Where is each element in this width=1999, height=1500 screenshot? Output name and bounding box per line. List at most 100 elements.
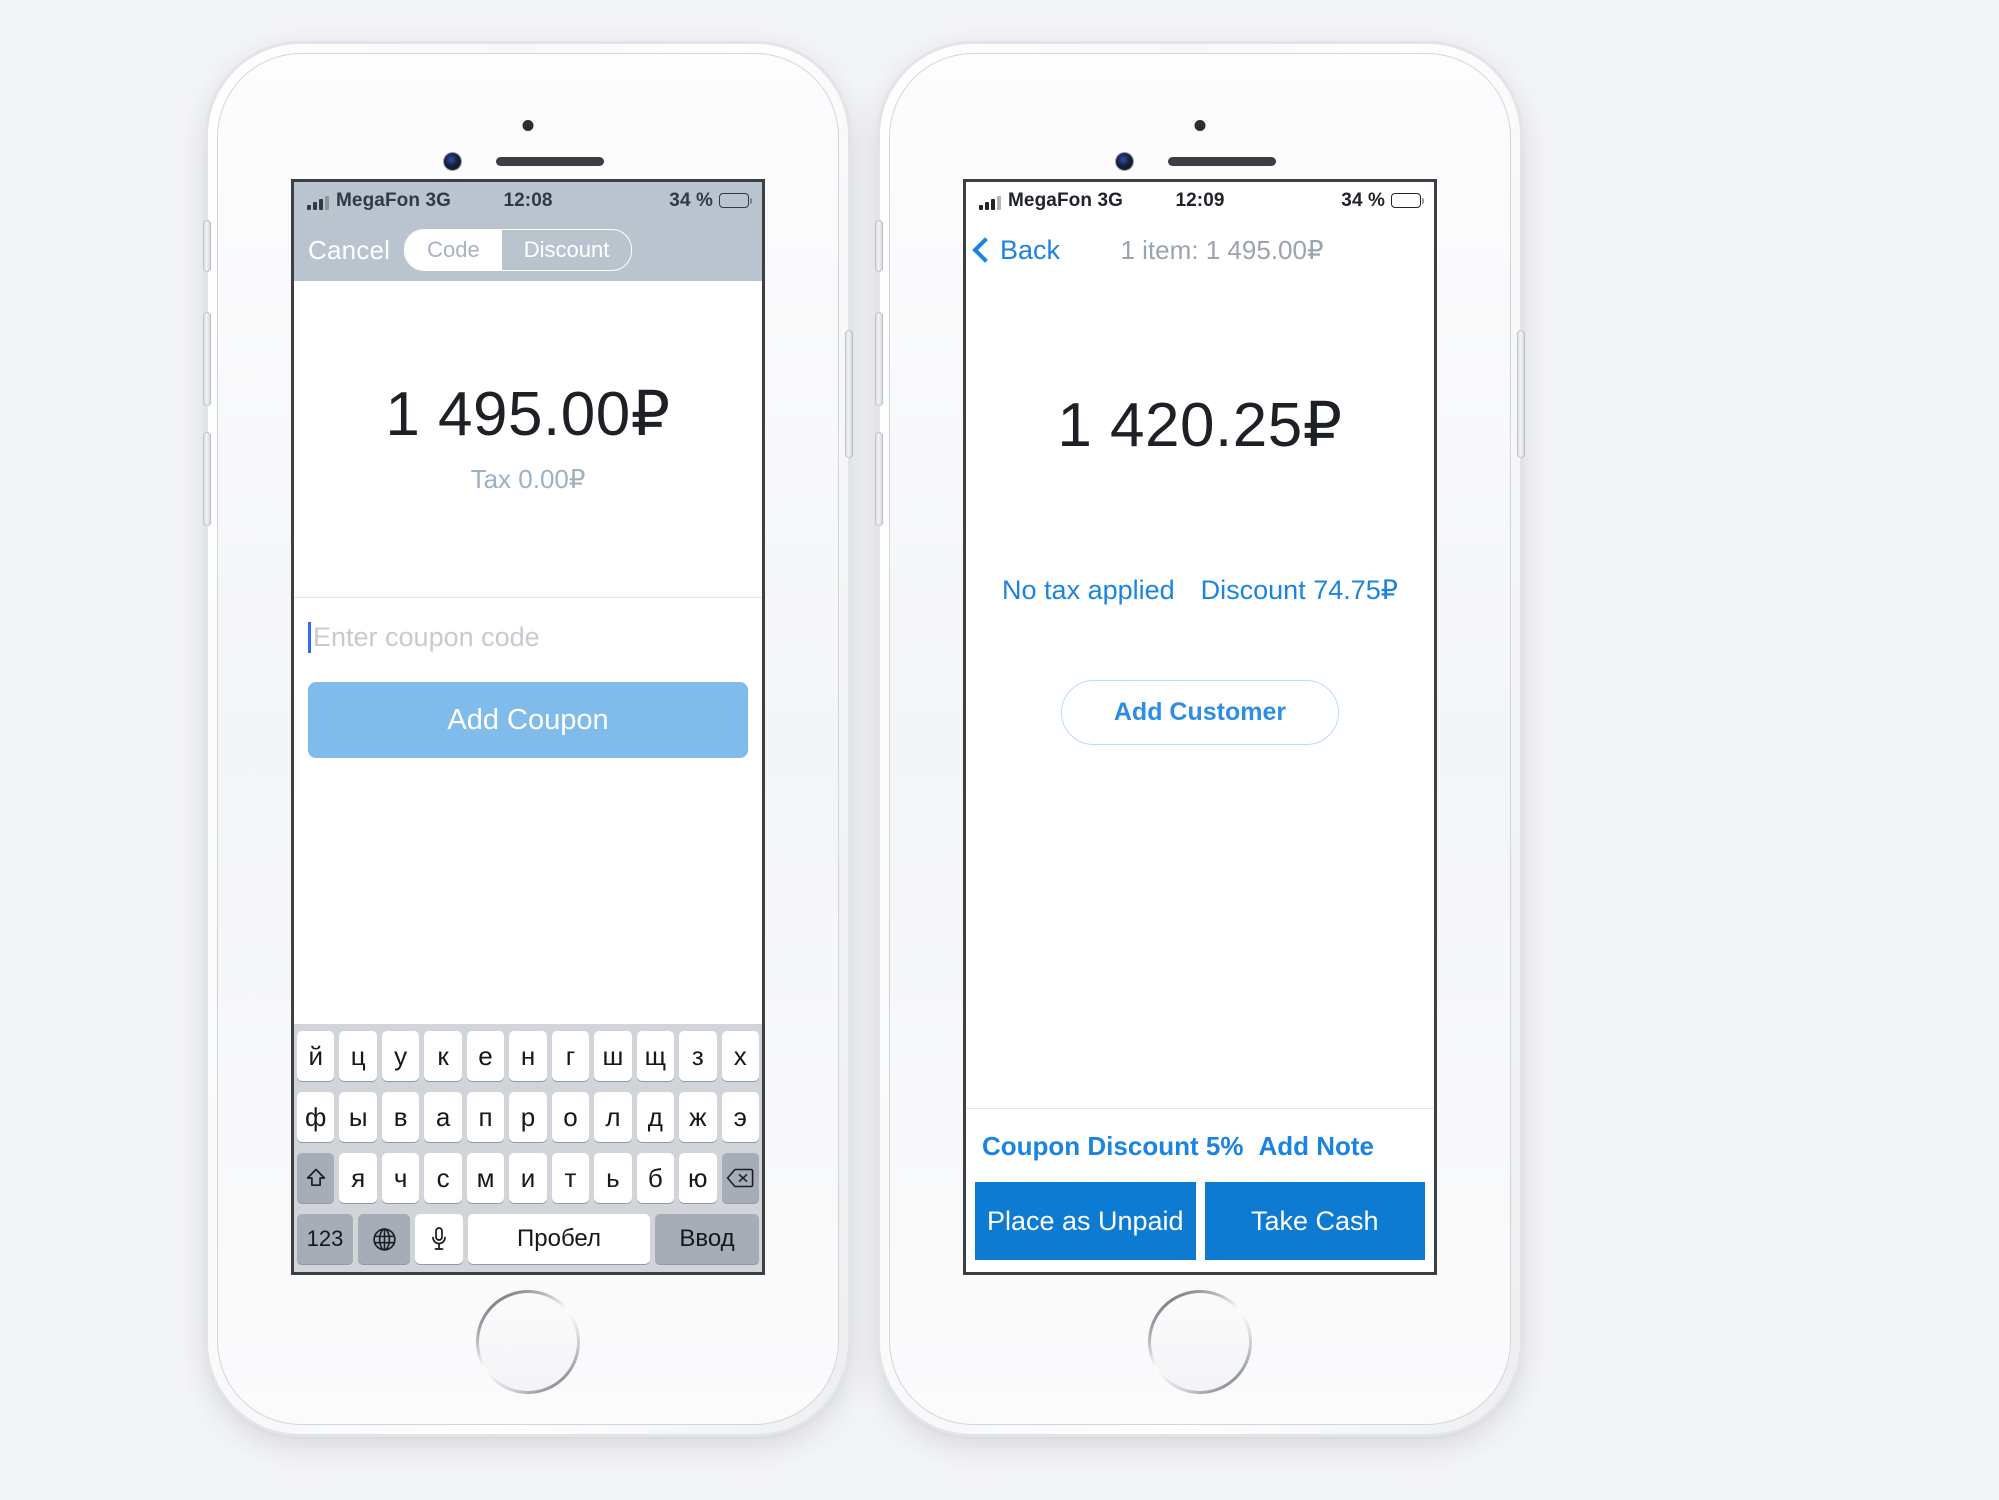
numbers-key[interactable]: 123: [297, 1214, 353, 1264]
bottom-actions-row: Place as Unpaid Take Cash: [966, 1162, 1434, 1272]
carrier-label: MegaFon 3G: [1008, 190, 1124, 211]
battery-icon: [1391, 193, 1421, 208]
volume-up-button[interactable]: [203, 312, 211, 406]
key-letter[interactable]: и: [509, 1153, 547, 1203]
keyboard-row-4: 123 Пробел Ввод: [297, 1214, 759, 1264]
key-letter[interactable]: м: [466, 1153, 505, 1203]
add-customer-button[interactable]: Add Customer: [1060, 680, 1340, 745]
proximity-sensor-icon: [1194, 120, 1206, 131]
space-key[interactable]: Пробел: [468, 1214, 650, 1264]
phone-right: MegaFon 3G 12:09 34 % Back 1 item: 1 495…: [875, 44, 1525, 1434]
place-as-unpaid-button[interactable]: Place as Unpaid: [975, 1182, 1196, 1260]
signal-strength-icon: [979, 196, 1001, 210]
key-letter[interactable]: т: [551, 1153, 590, 1203]
key-letter[interactable]: н: [509, 1031, 547, 1081]
russian-keyboard[interactable]: й ц у к е н г ш щ з х ф ы в а п р о л д …: [294, 1024, 762, 1272]
coupon-discount-link[interactable]: Coupon Discount 5%: [982, 1131, 1243, 1162]
back-button[interactable]: Back: [972, 234, 1061, 266]
key-letter[interactable]: й: [297, 1031, 335, 1081]
key-letter[interactable]: л: [594, 1092, 632, 1142]
navbar-right: Back 1 item: 1 495.00₽: [966, 219, 1434, 281]
silent-switch-button[interactable]: [875, 220, 883, 272]
battery-icon: [719, 193, 749, 208]
coupon-input-placeholder: Enter coupon code: [313, 621, 540, 652]
flex-spacer: [966, 745, 1434, 1108]
proximity-sensor-icon: [522, 120, 534, 131]
key-letter[interactable]: г: [551, 1031, 590, 1081]
key-letter[interactable]: ы: [339, 1092, 377, 1142]
key-letter[interactable]: щ: [636, 1031, 675, 1081]
key-letter[interactable]: ж: [679, 1092, 717, 1142]
key-letter[interactable]: к: [424, 1031, 462, 1081]
bottom-links-row: Coupon Discount 5% Add Note: [966, 1109, 1434, 1162]
microphone-icon[interactable]: [415, 1214, 463, 1264]
key-letter[interactable]: в: [381, 1092, 420, 1142]
key-letter[interactable]: ц: [339, 1031, 377, 1081]
key-letter[interactable]: ф: [297, 1092, 335, 1142]
status-bar-right: MegaFon 3G 12:09 34 %: [966, 182, 1434, 219]
right-screen: MegaFon 3G 12:09 34 % Back 1 item: 1 495…: [966, 182, 1434, 1272]
keyboard-row-1: й ц у к е н г ш щ з х: [297, 1031, 759, 1081]
total-amount-label: 1 495.00₽: [385, 379, 671, 449]
silent-switch-button[interactable]: [203, 220, 211, 272]
key-letter[interactable]: у: [381, 1031, 420, 1081]
add-note-link[interactable]: Add Note: [1258, 1131, 1374, 1162]
volume-down-button[interactable]: [203, 432, 211, 526]
back-button-label: Back: [1000, 234, 1061, 265]
shift-key-icon[interactable]: [297, 1153, 335, 1203]
key-letter[interactable]: б: [636, 1153, 675, 1203]
key-letter[interactable]: х: [721, 1031, 759, 1081]
earpiece-speaker-icon: [496, 157, 604, 166]
carrier-label: MegaFon 3G: [336, 190, 452, 211]
key-letter[interactable]: п: [466, 1092, 505, 1142]
front-camera-icon: [1116, 153, 1133, 170]
segmented-control-code-discount[interactable]: Code Discount: [404, 229, 633, 271]
backspace-key-icon[interactable]: [721, 1153, 759, 1203]
cancel-button[interactable]: Cancel: [308, 235, 390, 266]
globe-icon[interactable]: [358, 1214, 410, 1264]
coupon-code-input[interactable]: Enter coupon code: [294, 598, 762, 676]
keyboard-row-2: ф ы в а п р о л д ж э: [297, 1092, 759, 1142]
add-customer-container: Add Customer: [966, 680, 1434, 745]
total-amount-label: 1 420.25₽: [1057, 391, 1343, 460]
front-camera-icon: [444, 153, 461, 170]
status-left-group: MegaFon 3G: [979, 191, 1123, 210]
status-bar-left: MegaFon 3G 12:08 34 %: [294, 182, 762, 219]
status-right-group: 34 %: [669, 190, 749, 212]
key-letter[interactable]: ю: [679, 1153, 717, 1203]
key-letter[interactable]: э: [721, 1092, 759, 1142]
key-letter[interactable]: д: [636, 1092, 675, 1142]
discount-amount-link[interactable]: Discount 74.75₽: [1201, 575, 1398, 606]
key-letter[interactable]: е: [466, 1031, 505, 1081]
key-letter[interactable]: я: [339, 1153, 377, 1203]
segment-code[interactable]: Code: [405, 230, 502, 270]
volume-up-button[interactable]: [875, 312, 883, 406]
navbar-left: Cancel Code Discount: [294, 219, 762, 281]
key-letter[interactable]: ш: [594, 1031, 632, 1081]
home-button[interactable]: [1148, 1290, 1252, 1394]
key-letter[interactable]: а: [424, 1092, 462, 1142]
phone-left: MegaFon 3G 12:08 34 % Cancel Code Discou…: [203, 44, 853, 1434]
key-letter[interactable]: р: [509, 1092, 547, 1142]
text-cursor-icon: [308, 621, 311, 653]
power-button[interactable]: [1517, 330, 1525, 458]
no-tax-applied-link[interactable]: No tax applied: [1002, 575, 1175, 606]
key-letter[interactable]: з: [679, 1031, 717, 1081]
take-cash-button[interactable]: Take Cash: [1204, 1182, 1425, 1260]
key-letter[interactable]: ь: [594, 1153, 632, 1203]
segment-discount[interactable]: Discount: [502, 230, 632, 270]
volume-down-button[interactable]: [875, 432, 883, 526]
add-coupon-button[interactable]: Add Coupon: [308, 682, 748, 758]
tax-discount-links: No tax applied Discount 74.75₽: [966, 575, 1434, 606]
status-left-group: MegaFon 3G: [307, 191, 451, 210]
power-button[interactable]: [845, 330, 853, 458]
home-button[interactable]: [476, 1290, 580, 1394]
key-letter[interactable]: о: [551, 1092, 590, 1142]
earpiece-speaker-icon: [1168, 157, 1276, 166]
keyboard-row-3: я ч с м и т ь б ю: [297, 1153, 759, 1203]
key-letter[interactable]: ч: [381, 1153, 420, 1203]
enter-key[interactable]: Ввод: [655, 1214, 759, 1264]
key-letter[interactable]: с: [424, 1153, 462, 1203]
chevron-left-icon: [972, 237, 998, 263]
signal-strength-icon: [307, 196, 329, 210]
